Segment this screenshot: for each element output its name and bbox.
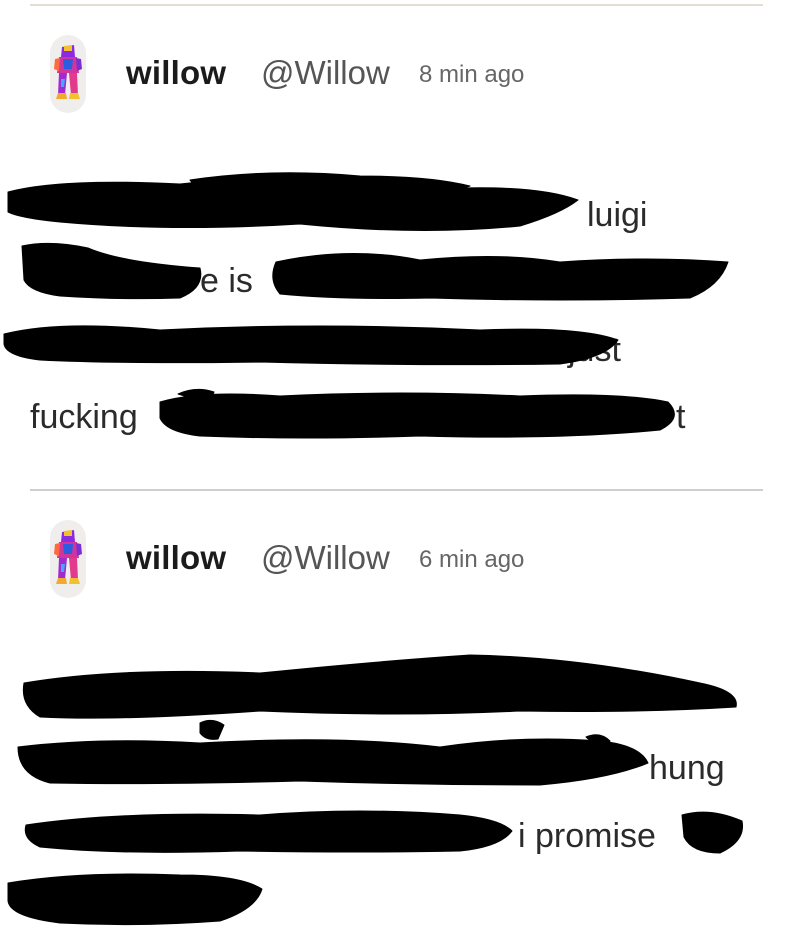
redaction-marks	[3, 172, 729, 439]
post-card: willow @Willow 6 min ago hung i promise	[0, 485, 793, 952]
redaction-marks	[7, 654, 744, 926]
post-card: willow @Willow 8 min ago luigi e is just…	[0, 0, 793, 489]
